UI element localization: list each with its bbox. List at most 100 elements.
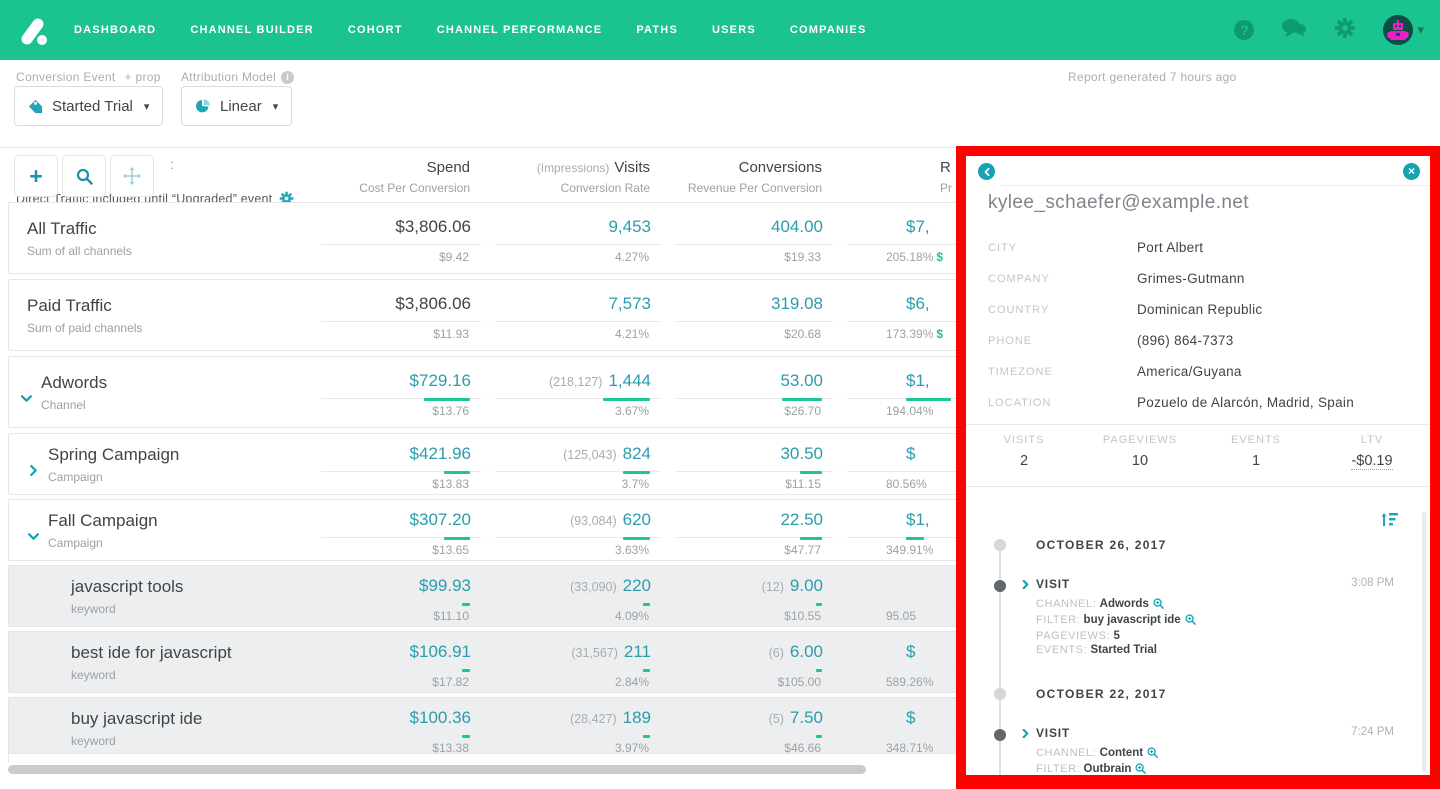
zoom-in-icon[interactable] <box>1135 763 1146 775</box>
share-bar <box>623 471 650 474</box>
nav-item-cohort[interactable]: COHORT <box>348 24 403 36</box>
timeline-visit: VISIT 7:24 PM CHANNEL: Content FILTER: O… <box>1021 726 1400 775</box>
visit-time: 3:08 PM <box>1351 577 1394 589</box>
share-bar <box>643 735 650 738</box>
row-type: Campaign <box>48 470 179 484</box>
caret-down-icon: ▾ <box>144 100 150 113</box>
nav-item-companies[interactable]: COMPANIES <box>790 24 867 36</box>
divider <box>1000 185 1430 186</box>
conversions-cell: 22.50$47.77 <box>663 500 835 560</box>
user-detail-panel: × kylee_schaefer@example.net CITYPort Al… <box>966 156 1430 775</box>
back-button[interactable] <box>978 163 995 180</box>
attribution-model-value: Linear <box>220 98 262 115</box>
spend-cell: $100.36$13.38 <box>309 698 483 758</box>
row-type: Campaign <box>48 536 158 550</box>
zoom-in-icon[interactable] <box>1185 614 1196 629</box>
nav-right-icons: ? ▾ <box>1234 15 1440 45</box>
nav-menu: DASHBOARD CHANNEL BUILDER COHORT CHANNEL… <box>74 24 867 36</box>
timeline-date: OCTOBER 22, 2017 <box>1036 687 1167 701</box>
user-stats: VISITS2 PAGEVIEWS10 EVENTS1 LTV-$0.19 <box>966 434 1430 469</box>
filter-bar: Conversion Event+ prop Attribution Model… <box>0 60 1440 148</box>
conversions-cell: 53.00$26.70 <box>663 357 835 427</box>
row-name: Spring Campaign <box>48 445 179 465</box>
chat-icon[interactable] <box>1281 18 1307 43</box>
sort-order-icon[interactable] <box>1381 512 1398 532</box>
chevron-right-icon[interactable] <box>1021 729 1030 738</box>
row-name: javascript tools <box>71 577 183 597</box>
share-bar <box>643 603 650 606</box>
detail-row: TIMEZONEAmerica/Guyana <box>988 356 1408 387</box>
account-menu[interactable]: ▾ <box>1383 15 1424 45</box>
tag-icon <box>28 99 43 114</box>
visits-cell: (125,043)8243.7% <box>483 434 663 494</box>
avatar <box>1383 15 1413 45</box>
share-bar <box>603 398 650 401</box>
nav-item-channel-performance[interactable]: CHANNEL PERFORMANCE <box>437 24 603 36</box>
annotation-red-box: × kylee_schaefer@example.net CITYPort Al… <box>956 146 1440 789</box>
spend-cell: $3,806.06$9.42 <box>309 203 483 273</box>
timeline-visit-dot <box>994 729 1006 741</box>
column-conversions[interactable]: Conversions Revenue Per Conversion <box>662 150 834 195</box>
chevron-down-icon: ▾ <box>1417 22 1424 38</box>
share-bar <box>424 398 470 401</box>
timeline-visit: VISIT 3:08 PM CHANNEL: Adwords FILTER: b… <box>1021 577 1400 657</box>
stat-visits: VISITS2 <box>966 434 1082 469</box>
report-generated-label: Report generated 7 hours ago <box>1068 70 1237 84</box>
spend-cell: $421.96$13.83 <box>309 434 483 494</box>
add-prop-link[interactable]: + prop <box>125 70 161 84</box>
conversion-event-value: Started Trial <box>52 98 133 115</box>
stat-pageviews: PAGEVIEWS10 <box>1082 434 1198 469</box>
zoom-in-icon[interactable] <box>1147 747 1158 762</box>
info-icon[interactable]: i <box>281 71 294 84</box>
nav-item-channel-builder[interactable]: CHANNEL BUILDER <box>190 24 314 36</box>
visits-cell: (28,427)1893.97% <box>483 698 663 758</box>
visits-cell: (33,090)2204.09% <box>483 566 663 626</box>
row-type: Channel <box>41 398 107 412</box>
row-name: buy javascript ide <box>71 709 202 729</box>
row-name: Adwords <box>41 373 107 393</box>
user-email: kylee_schaefer@example.net <box>988 192 1249 214</box>
share-bar <box>623 537 650 540</box>
conversion-event-dropdown[interactable]: Started Trial ▾ <box>14 86 163 126</box>
visit-time: 7:24 PM <box>1351 726 1394 738</box>
app-logo-icon[interactable] <box>18 13 52 47</box>
row-name: All Traffic <box>27 219 132 239</box>
nav-item-users[interactable]: USERS <box>712 24 756 36</box>
stat-ltv: LTV-$0.19 <box>1314 434 1430 469</box>
conversions-cell: 319.08$20.68 <box>663 280 835 350</box>
row-type: keyword <box>71 602 183 616</box>
visits-cell: (31,567)2112.84% <box>483 632 663 692</box>
chevron-down-icon[interactable] <box>21 393 32 404</box>
zoom-in-icon[interactable] <box>1153 598 1164 613</box>
visits-cell: 7,5734.21% <box>483 280 663 350</box>
timeline-visit-dot <box>994 580 1006 592</box>
share-bar <box>906 537 924 540</box>
move-button[interactable] <box>110 155 154 197</box>
chevron-right-icon[interactable] <box>1021 580 1030 589</box>
column-visits[interactable]: (Impressions)Visits Conversion Rate <box>482 150 662 195</box>
search-button[interactable] <box>62 155 106 197</box>
panel-scrollbar[interactable] <box>1422 512 1426 772</box>
share-bar <box>462 669 470 672</box>
timeline-date-dot <box>994 539 1006 551</box>
share-bar <box>816 735 822 738</box>
chevron-right-icon[interactable] <box>28 465 39 476</box>
nav-item-dashboard[interactable]: DASHBOARD <box>74 24 156 36</box>
help-icon[interactable]: ? <box>1234 20 1254 40</box>
detail-row: CITYPort Albert <box>988 232 1408 263</box>
row-name: best ide for javascript <box>71 643 232 663</box>
add-button[interactable]: + <box>14 155 58 197</box>
nav-item-paths[interactable]: PATHS <box>636 24 678 36</box>
top-nav: DASHBOARD CHANNEL BUILDER COHORT CHANNEL… <box>0 0 1440 60</box>
row-type: keyword <box>71 668 232 682</box>
user-details: CITYPort Albert COMPANYGrimes-Gutmann CO… <box>988 232 1408 418</box>
gear-icon[interactable] <box>1334 17 1356 44</box>
attribution-model-label: Attribution Modeli <box>181 70 294 84</box>
chevron-down-icon[interactable] <box>28 531 39 542</box>
close-icon[interactable]: × <box>1403 163 1420 180</box>
column-spend[interactable]: Spend Cost Per Conversion <box>308 150 482 195</box>
stat-events: EVENTS1 <box>1198 434 1314 469</box>
horizontal-scrollbar[interactable] <box>8 765 866 774</box>
timeline-date-dot <box>994 688 1006 700</box>
attribution-model-dropdown[interactable]: Linear ▾ <box>181 86 292 126</box>
